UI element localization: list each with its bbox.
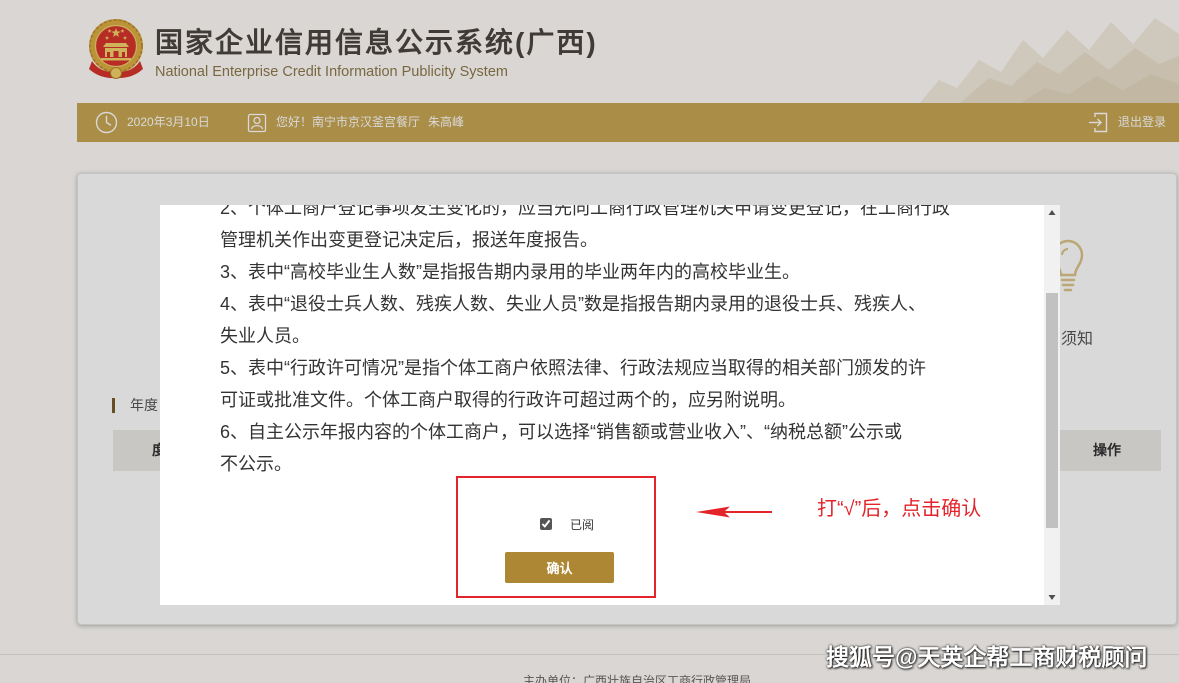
watermark-text: 搜狐号@天英企帮工商财税顾问 <box>826 644 1148 670</box>
notice-line: 3、表中“高校毕业生人数”是指报告期内录用的毕业两年内的高校毕业生。 <box>220 262 800 282</box>
annotation-highlight-box <box>456 476 656 598</box>
scroll-down-arrow-icon[interactable] <box>1044 589 1060 605</box>
notice-text: 2、个体工商户登记事项发生变化的，应当先向工商行政管理机关申请变更登记，在工商行… <box>220 205 950 480</box>
annotation-text: 打“√”后，点击确认 <box>817 498 982 520</box>
dialog-scrollbar[interactable] <box>1044 205 1060 605</box>
notice-line: 4、表中“退役士兵人数、残疾人数、失业人员”数是指报告期内录用的退役士兵、残疾人… <box>220 294 926 314</box>
annotation-arrow-icon <box>694 503 774 521</box>
notice-line: 失业人员。 <box>220 326 310 346</box>
notice-line: 管理机关作出变更登记决定后，报送年度报告。 <box>220 230 598 250</box>
notice-line: 5、表中“行政许可情况”是指个体工商户依照法律、行政法规应当取得的相关部门颁发的… <box>220 358 926 378</box>
scroll-up-arrow-icon[interactable] <box>1044 205 1060 221</box>
notice-line: 可证或批准文件。个体工商户取得的行政许可超过两个的，应另附说明。 <box>220 390 796 410</box>
notice-line: 6、自主公示年报内容的个体工商户，可以选择“销售额或营业收入”、“纳税总额”公示… <box>220 422 902 442</box>
scrollbar-thumb[interactable] <box>1046 293 1058 528</box>
notice-line: 2、个体工商户登记事项发生变化的，应当先向工商行政管理机关申请变更登记，在工商行… <box>220 205 951 218</box>
